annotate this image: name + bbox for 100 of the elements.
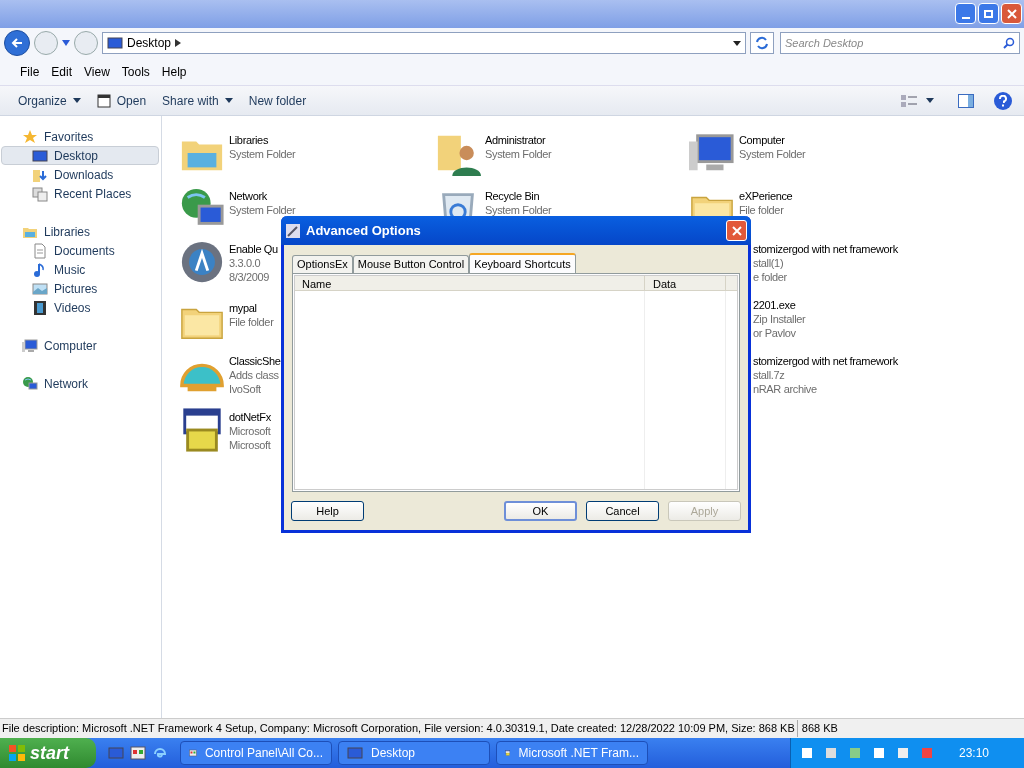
sidebar-item[interactable]: Favorites <box>1 127 159 146</box>
sidebar-item[interactable]: Pictures <box>1 279 159 298</box>
file-detail: or Pavlov <box>753 326 797 340</box>
close-icon <box>731 225 742 236</box>
file-detail: Adds class <box>229 368 280 382</box>
sidebar-item[interactable]: Music <box>1 260 159 279</box>
tab[interactable]: Keyboard Shortcuts <box>469 253 576 274</box>
sidebar-item[interactable]: Desktop <box>1 146 159 165</box>
file-detail: File folder <box>739 203 785 217</box>
film-icon <box>32 299 48 316</box>
file-detail: Zip Installer <box>753 312 806 326</box>
column-header[interactable]: Data <box>645 276 726 290</box>
file-name[interactable]: ClassicShe <box>229 354 281 368</box>
desktop-icon <box>32 147 48 164</box>
caret-icon <box>926 98 934 103</box>
browser-icon[interactable] <box>152 745 168 761</box>
file-name[interactable]: Computer <box>739 133 806 147</box>
toolbar-button[interactable]: Share with <box>154 88 241 113</box>
file-name[interactable]: 2201.exe <box>753 298 806 312</box>
file-detail: System Folder <box>229 147 296 161</box>
help-button[interactable] <box>994 91 1012 110</box>
windows-logo-icon <box>8 744 26 762</box>
close-icon <box>1006 8 1017 19</box>
file-name[interactable]: Libraries <box>229 133 296 147</box>
address-bar[interactable]: Desktop <box>102 32 746 54</box>
taskbar-button[interactable]: Desktop <box>338 741 490 765</box>
file-detail: Microsoft <box>229 438 271 452</box>
file-detail: System Folder <box>229 203 296 217</box>
menu-item[interactable]: Edit <box>50 62 74 81</box>
document-icon <box>32 242 48 259</box>
file-name[interactable]: Enable Qu <box>229 242 278 256</box>
dialog-button[interactable]: Help <box>291 501 364 521</box>
toolbar-button[interactable]: New folder <box>240 88 315 113</box>
sidebar-item[interactable]: Videos <box>1 298 159 317</box>
chevron-icon <box>175 39 182 47</box>
file-detail: System Folder <box>485 203 552 217</box>
file-detail: stall.7z <box>753 368 786 382</box>
dialog-title: Advanced Options <box>306 221 422 240</box>
file-detail: e folder <box>753 270 788 284</box>
caret-icon[interactable] <box>62 40 70 46</box>
desktop-icon <box>107 35 123 51</box>
menu-item[interactable]: File <box>19 62 41 81</box>
sidebar-item[interactable]: Libraries <box>1 222 159 241</box>
file-name[interactable]: Recycle Bin <box>485 189 552 203</box>
status-text: 868 KB <box>796 720 840 737</box>
taskbar-button[interactable]: Control Panel\All Co... <box>180 741 332 765</box>
sidebar-item[interactable]: Documents <box>1 241 159 260</box>
tab[interactable]: OptionsEx <box>292 255 353 273</box>
dialog-button[interactable]: Cancel <box>586 501 659 521</box>
tray-icon[interactable] <box>823 745 839 761</box>
minimize-button[interactable] <box>955 3 976 24</box>
back-button[interactable] <box>4 30 30 56</box>
sidebar-item[interactable]: Network <box>1 374 159 393</box>
file-name[interactable]: Administrator <box>485 133 552 147</box>
sidebar-item[interactable]: Recent Places <box>1 184 159 203</box>
caret-icon <box>72 98 81 103</box>
file-name[interactable]: Network <box>229 189 296 203</box>
desktop-icon <box>347 745 363 761</box>
tray-icon[interactable] <box>799 745 815 761</box>
search-field[interactable]: Search Desktop <box>780 32 1020 54</box>
network-icon <box>22 375 38 392</box>
column-header[interactable]: Name <box>295 276 645 290</box>
dropdown-icon[interactable] <box>733 40 741 46</box>
menu-item[interactable]: Tools <box>120 62 151 81</box>
views-icon <box>900 93 918 108</box>
file-detail: Microsoft <box>229 424 271 438</box>
recent-places-icon <box>32 185 48 202</box>
close-button[interactable] <box>1001 3 1022 24</box>
file-detail: nRAR archive <box>753 382 818 396</box>
refresh-icon <box>755 36 769 50</box>
sidebar-item[interactable]: Computer <box>1 336 159 355</box>
file-name[interactable]: dotNetFx <box>229 410 271 424</box>
menu-item[interactable]: Help <box>160 62 188 81</box>
toolbar-button[interactable]: Open <box>88 88 155 113</box>
caret-icon <box>224 98 233 103</box>
status-text: File description: Microsoft .NET Framework 4 Setup, Company: Microsoft Corporation, File version: 4.0.30319.1, Date created: 12/28/2022 10:09 PM, Size: 868 KB <box>1 721 796 737</box>
sidebar-item[interactable]: Downloads <box>1 165 159 184</box>
file-detail: System Folder <box>739 147 806 161</box>
refresh-button[interactable] <box>750 32 774 54</box>
help-icon <box>998 94 1008 107</box>
dialog-button[interactable]: OK <box>504 501 577 521</box>
file-detail: File folder <box>229 315 274 329</box>
file-name[interactable]: stomizergod with net framework <box>753 354 898 368</box>
tab[interactable]: Mouse Button Control <box>352 255 470 273</box>
restore-button[interactable] <box>978 3 999 24</box>
star-icon <box>22 128 38 145</box>
tray-icon[interactable] <box>895 745 911 761</box>
file-name[interactable]: mypal <box>229 301 274 315</box>
close-button[interactable] <box>726 220 747 241</box>
desktop-icon <box>108 745 124 761</box>
taskbar-button[interactable]: Microsoft .NET Fram... <box>496 741 648 765</box>
pictures-icon <box>32 280 48 297</box>
tool-icon <box>285 222 301 239</box>
tray-icon[interactable] <box>871 745 887 761</box>
file-detail: stall(1) <box>753 256 785 270</box>
toolbar-button[interactable]: Organize <box>10 88 89 113</box>
file-name[interactable]: eXPerience <box>739 189 793 203</box>
menu-item[interactable]: View <box>83 62 111 81</box>
file-name[interactable]: stomizergod with net framework <box>753 242 898 256</box>
computer-icon <box>22 337 38 354</box>
